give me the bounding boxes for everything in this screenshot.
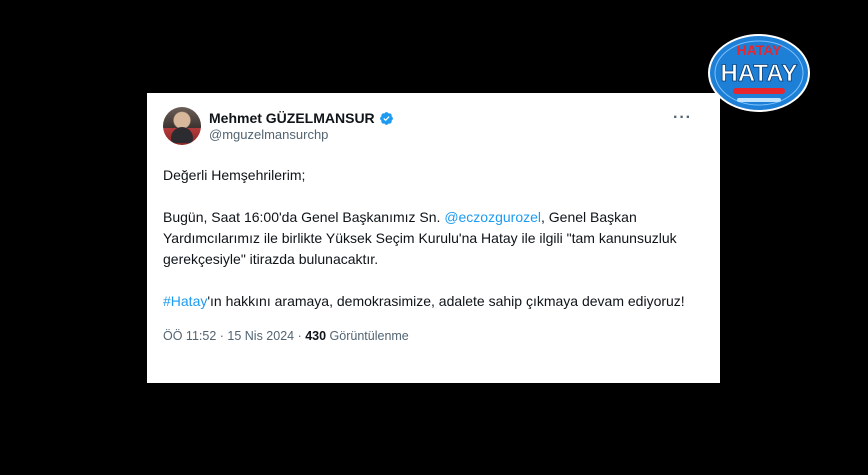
tweet-body: Değerli Hemşehrilerim; Bugün, Saat 16:00… — [163, 165, 704, 312]
verified-badge-icon — [379, 111, 393, 125]
mention-link[interactable]: @eczozgurozel — [444, 209, 541, 225]
tweet-card: Mehmet GÜZELMANSUR @mguzelmansurchp ··· … — [147, 93, 720, 383]
paragraph-2-end: 'ın hakkını aramaya, demokrasimize, adal… — [207, 293, 685, 309]
tweet-time[interactable]: ÖÖ 11:52 — [163, 329, 216, 343]
paragraph-2: #Hatay'ın hakkını aramaya, demokrasimize… — [163, 291, 704, 312]
separator: · — [216, 329, 228, 343]
greeting: Değerli Hemşehrilerim; — [163, 167, 306, 183]
logo-band-small — [737, 98, 781, 102]
tweet-meta: ÖÖ 11:52 · 15 Nis 2024 · 430 Görüntülenm… — [163, 329, 704, 343]
author-info: Mehmet GÜZELMANSUR @mguzelmansurchp — [209, 110, 394, 142]
views-label: Görüntülenme — [326, 329, 409, 343]
avatar[interactable] — [163, 107, 201, 145]
hashtag-link[interactable]: #Hatay — [163, 293, 207, 309]
display-name-row: Mehmet GÜZELMANSUR — [209, 110, 394, 126]
hatay-logo: HATAY HATAY — [708, 34, 810, 112]
display-name[interactable]: Mehmet GÜZELMANSUR — [209, 110, 375, 126]
more-options-icon[interactable]: ··· — [673, 109, 692, 127]
tweet-date[interactable]: 15 Nis 2024 — [227, 329, 294, 343]
handle[interactable]: @mguzelmansurchp — [209, 127, 394, 142]
logo-band — [733, 88, 785, 94]
logo-text-top: HATAY — [737, 42, 783, 58]
separator: · — [294, 329, 306, 343]
logo-text-main: HATAY — [721, 60, 798, 87]
screenshot-stage: Mehmet GÜZELMANSUR @mguzelmansurchp ··· … — [0, 0, 868, 475]
greeting-text: Değerli Hemşehrilerim; — [163, 165, 704, 186]
tweet-header: Mehmet GÜZELMANSUR @mguzelmansurchp ··· — [163, 105, 704, 147]
paragraph-1: Bugün, Saat 16:00'da Genel Başkanımız Sn… — [163, 207, 704, 270]
paragraph-1-start: Bugün, Saat 16:00'da Genel Başkanımız Sn… — [163, 209, 445, 225]
views-count: 430 — [305, 329, 327, 343]
